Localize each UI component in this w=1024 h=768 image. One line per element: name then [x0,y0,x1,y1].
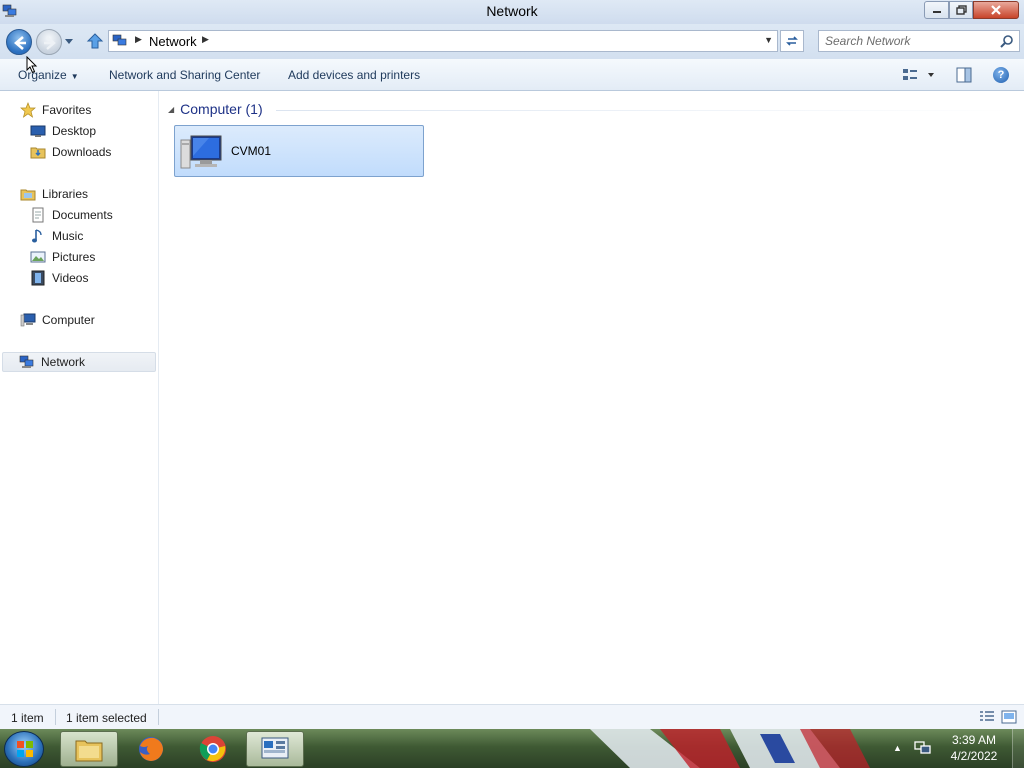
window-title: Network [486,3,538,19]
clock-date: 4/2/2022 [950,749,998,763]
large-icons-view-icon[interactable] [1001,710,1017,724]
address-bar[interactable]: ▶ Network ▶ ▼ [108,30,778,52]
group-header-computer[interactable]: ◢ Computer (1) [168,101,263,117]
minimize-button[interactable] [924,1,949,19]
preview-pane-icon[interactable] [956,67,972,83]
nav-desktop[interactable]: Desktop [30,121,96,141]
search-box[interactable] [818,30,1020,52]
nav-music[interactable]: Music [30,226,83,246]
folder-icon [75,740,103,762]
firefox-icon [139,737,163,761]
title-bar: Network [0,0,1024,24]
nav-downloads[interactable]: Downloads [30,142,111,162]
nav-documents-label: Documents [52,208,113,222]
network-computer-name: CVM01 [231,144,272,158]
refresh-icon [786,36,798,46]
documents-icon [32,207,44,223]
nav-videos-label: Videos [52,271,89,285]
nav-favorites[interactable]: Favorites [20,100,91,120]
network-sharing-center-button[interactable]: Network and Sharing Center [109,68,260,82]
refresh-button[interactable] [780,30,804,52]
content-pane[interactable]: ◢ Computer (1) CVM01 [160,91,1024,704]
search-input[interactable] [819,31,989,51]
forward-button[interactable] [36,29,62,55]
change-view-icon[interactable] [902,67,938,83]
pictures-icon [30,251,46,263]
command-bar: Organize ▼ Network and Sharing Center Add… [0,59,1024,91]
music-icon [32,229,42,243]
item-count: 1 item [11,711,44,725]
back-button[interactable] [6,29,32,55]
computer-icon [20,313,36,327]
network-icon [112,34,127,46]
status-bar: 1 item 1 item selected [0,704,1024,729]
nav-computer[interactable]: Computer [20,310,95,330]
nav-desktop-label: Desktop [52,124,97,138]
nav-downloads-label: Downloads [52,145,112,159]
group-divider [276,110,1016,111]
taskbar-network-window-button[interactable] [246,731,304,767]
windows-logo-icon [17,741,33,757]
restore-icon [955,5,967,15]
nav-favorites-label: Favorites [42,103,92,117]
breadcrumb-network[interactable]: Network [149,34,197,49]
restore-button[interactable] [949,1,973,19]
search-icon[interactable] [1000,34,1014,48]
nav-pictures-label: Pictures [52,250,96,264]
taskbar-chrome-button[interactable] [184,731,242,767]
taskbar-firefox-button[interactable] [122,731,180,767]
taskbar-clock[interactable]: 3:39 AM 4/2/2022 [944,732,1004,764]
forward-arrow-icon [44,36,56,50]
taskbar: ▲ 3:39 AM 4/2/2022 [0,729,1024,768]
taskbar-explorer-button[interactable] [60,731,118,767]
navigation-pane: Favorites Desktop Downloads Libraries Do… [0,91,159,704]
downloads-folder-icon [30,147,46,159]
status-divider [55,709,56,725]
help-icon[interactable]: ? [993,67,1009,83]
details-view-icon[interactable] [979,710,995,724]
breadcrumb-separator-icon[interactable]: ▶ [135,34,142,45]
back-arrow-icon [14,36,26,50]
libraries-icon [20,189,36,201]
network-icon [19,355,34,368]
status-divider [158,709,159,725]
recent-pages-dropdown-icon[interactable] [64,36,74,46]
show-hidden-icons-icon[interactable]: ▲ [893,743,902,753]
minimize-icon [932,11,941,13]
address-dropdown-icon[interactable]: ▼ [764,35,773,45]
nav-network-label: Network [41,355,86,369]
nav-network[interactable]: Network [2,352,156,372]
nav-libraries[interactable]: Libraries [20,184,88,204]
show-desktop-button[interactable] [1012,729,1024,768]
clock-time: 3:39 AM [951,733,997,747]
computer-icon [180,135,222,169]
navigation-bar: ▶ Network ▶ ▼ [0,24,1024,59]
wallpaper-graphic [590,729,870,768]
add-devices-printers-button[interactable]: Add devices and printers [288,68,420,82]
nav-videos[interactable]: Videos [30,268,88,288]
nav-pictures[interactable]: Pictures [30,247,95,267]
group-header-label: Computer (1) [180,101,263,117]
selected-count: 1 item selected [66,711,147,725]
network-status-icon[interactable] [914,740,932,756]
videos-icon [31,270,45,286]
close-icon [991,5,1001,15]
breadcrumb-separator-icon[interactable]: ▶ [202,34,209,45]
nav-libraries-label: Libraries [42,187,89,201]
desktop-icon [30,125,46,137]
chevron-down-icon: ▼ [70,72,79,81]
up-one-level-icon[interactable] [86,32,104,50]
star-icon [20,102,36,118]
nav-documents[interactable]: Documents [30,205,113,225]
nav-computer-label: Computer [42,313,95,327]
network-computer-item[interactable]: CVM01 [174,125,424,177]
nav-music-label: Music [52,229,84,243]
network-window-icon [261,737,289,759]
chrome-icon [199,736,226,762]
start-button[interactable] [4,731,44,767]
close-button[interactable] [973,1,1019,19]
mouse-cursor-icon [26,56,38,74]
collapse-group-icon[interactable]: ◢ [168,105,174,114]
